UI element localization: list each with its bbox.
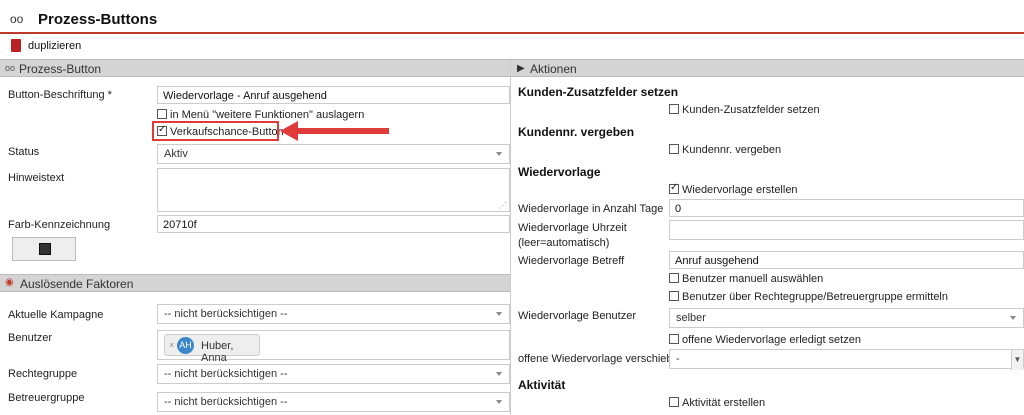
user-tag-name: Huber, Anna xyxy=(201,340,234,364)
button-label-label: Button-Beschriftung * xyxy=(8,89,112,101)
followup-user-select[interactable]: selber xyxy=(669,308,1024,328)
chevron-down-icon xyxy=(496,152,502,156)
customer-fields-heading: Kunden-Zusatzfelder setzen xyxy=(518,85,679,99)
followup-time-label: Wiedervorlage Uhrzeit xyxy=(518,222,627,234)
highlight-box xyxy=(152,121,279,141)
customer-no-checkbox[interactable] xyxy=(669,144,679,154)
section-header-triggers[interactable]: ◉ Auslösende Faktoren xyxy=(0,274,510,292)
duplicate-button[interactable]: duplizieren xyxy=(28,40,81,52)
menu-checkbox-label: in Menü "weitere Funktionen" auslagern xyxy=(170,109,365,121)
section-header-actions[interactable]: ▶ Aktionen xyxy=(511,59,1024,77)
user-label: Benutzer xyxy=(8,332,53,344)
button-label-input[interactable]: Wiedervorlage - Anruf ausgehend xyxy=(157,86,510,104)
activity-row[interactable]: Aktivität erstellen xyxy=(669,397,765,409)
rights-group-select[interactable]: -- nicht berücksichtigen -- xyxy=(157,364,510,384)
move-value: - xyxy=(676,353,680,365)
campaign-value: -- nicht berücksichtigen -- xyxy=(164,308,288,320)
section-title: Aktionen xyxy=(530,62,577,76)
manual-user-label: Benutzer manuell auswählen xyxy=(682,273,824,285)
customer-fields-row[interactable]: Kunden-Zusatzfelder setzen xyxy=(669,104,820,116)
activity-checkbox[interactable] xyxy=(669,397,679,407)
rights-group-label: Rechtegruppe xyxy=(8,368,78,380)
menu-checkbox[interactable] xyxy=(157,109,167,119)
support-group-label: Betreuergruppe xyxy=(8,392,85,404)
toolbar: duplizieren xyxy=(0,36,1024,56)
color-swatch xyxy=(39,243,51,255)
open-done-label: offene Wiedervorlage erledigt setzen xyxy=(682,334,861,346)
remove-tag-icon[interactable]: × xyxy=(169,340,174,350)
section-title: Auslösende Faktoren xyxy=(20,277,134,291)
chevron-down-icon[interactable]: ▼ xyxy=(1011,350,1023,370)
campaign-select[interactable]: -- nicht berücksichtigen -- xyxy=(157,304,510,324)
link-icon: oo xyxy=(5,63,16,73)
duplicate-icon[interactable] xyxy=(11,39,21,52)
move-select[interactable]: - ▼ xyxy=(669,349,1024,370)
group-user-label: Benutzer über Rechtegruppe/Betreuergrupp… xyxy=(682,291,948,303)
followup-heading: Wiedervorlage xyxy=(518,165,601,179)
hint-label: Hinweistext xyxy=(8,172,65,184)
section-title: Prozess-Button xyxy=(19,62,102,76)
followup-user-label: Wiedervorlage Benutzer xyxy=(518,310,637,322)
customer-fields-label: Kunden-Zusatzfelder setzen xyxy=(682,104,820,116)
open-done-checkbox[interactable] xyxy=(669,334,679,344)
manual-user-checkbox[interactable] xyxy=(669,273,679,283)
status-value: Aktiv xyxy=(164,148,188,160)
campaign-label: Aktuelle Kampagne xyxy=(8,309,104,321)
followup-time-input[interactable] xyxy=(669,220,1024,240)
customer-no-heading: Kundennr. vergeben xyxy=(518,125,635,139)
followup-user-value: selber xyxy=(676,312,706,324)
followup-subject-label: Wiedervorlage Betreff xyxy=(518,255,625,267)
customer-no-label: Kundennr. vergeben xyxy=(682,144,782,156)
followup-days-input[interactable]: 0 xyxy=(669,199,1024,217)
resize-handle-icon[interactable]: ⋰ xyxy=(499,201,507,210)
color-input[interactable]: 20710f xyxy=(157,215,510,233)
chevron-down-icon xyxy=(496,372,502,376)
status-label: Status xyxy=(8,146,40,158)
followup-time-hint: (leer=automatisch) xyxy=(518,237,610,249)
chevron-down-icon xyxy=(1010,316,1016,320)
triangle-right-icon: ▶ xyxy=(517,63,525,74)
group-user-checkbox[interactable] xyxy=(669,291,679,301)
move-label: offene Wiedervorlage verschieben xyxy=(518,353,685,365)
followup-days-label: Wiedervorlage in Anzahl Tage xyxy=(518,203,664,215)
open-done-row[interactable]: offene Wiedervorlage erledigt setzen xyxy=(669,334,861,346)
followup-create-checkbox[interactable] xyxy=(669,182,679,194)
chevron-down-icon xyxy=(496,400,502,404)
title-bar: oo Prozess-Buttons xyxy=(0,0,1024,34)
customer-fields-checkbox[interactable] xyxy=(669,104,679,114)
user-tag[interactable]: × AH Huber, Anna xyxy=(164,334,260,364)
support-group-value: -- nicht berücksichtigen -- xyxy=(164,396,288,408)
avatar: AH xyxy=(177,337,194,354)
page-title: Prozess-Buttons xyxy=(38,11,158,28)
chevron-down-icon xyxy=(496,312,502,316)
menu-checkbox-row[interactable]: in Menü "weitere Funktionen" auslagern xyxy=(157,109,364,121)
section-header-process-button[interactable]: oo Prozess-Button xyxy=(0,59,510,77)
support-group-select[interactable]: -- nicht berücksichtigen -- xyxy=(157,392,510,412)
color-picker-button[interactable] xyxy=(12,237,76,261)
followup-subject-input[interactable]: Anruf ausgehend xyxy=(669,251,1024,269)
circle-dot-icon: ◉ xyxy=(5,277,14,288)
followup-create-label: Wiedervorlage erstellen xyxy=(682,184,798,196)
hint-textarea[interactable] xyxy=(157,168,510,212)
voicemail-icon: oo xyxy=(10,12,24,26)
manual-user-row[interactable]: Benutzer manuell auswählen xyxy=(669,273,823,285)
color-label: Farb-Kennzeichnung xyxy=(8,219,111,231)
column-divider xyxy=(510,58,511,415)
group-user-row[interactable]: Benutzer über Rechtegruppe/Betreuergrupp… xyxy=(669,291,948,303)
followup-create-row[interactable]: Wiedervorlage erstellen xyxy=(669,182,798,196)
activity-label: Aktivität erstellen xyxy=(682,397,766,409)
arrow-annotation-shaft xyxy=(296,128,389,134)
rights-group-value: -- nicht berücksichtigen -- xyxy=(164,368,288,380)
activity-heading: Aktivität xyxy=(518,378,566,392)
status-select[interactable]: Aktiv xyxy=(157,144,510,164)
customer-no-row[interactable]: Kundennr. vergeben xyxy=(669,144,781,156)
